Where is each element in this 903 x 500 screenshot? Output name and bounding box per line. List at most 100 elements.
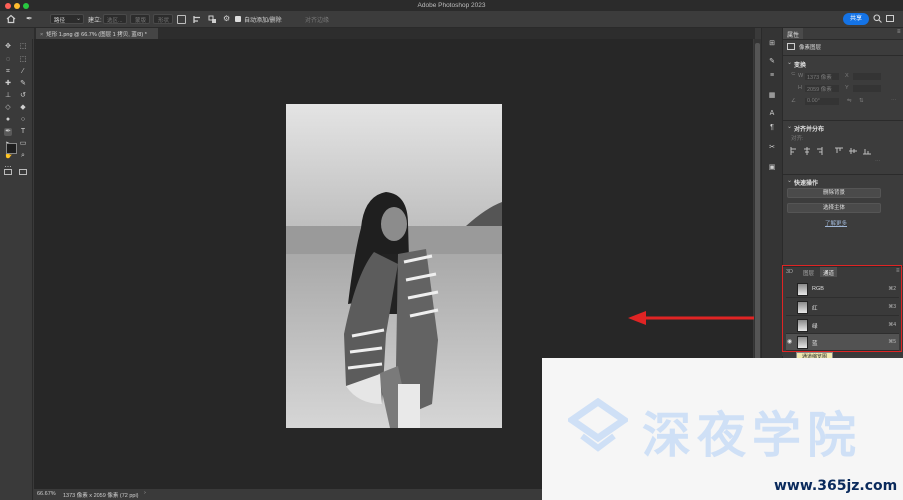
path-alignment-icon[interactable] xyxy=(193,15,202,24)
divider xyxy=(783,120,903,121)
brush-tool-icon[interactable]: ✎ xyxy=(19,80,27,88)
flip-horizontal-icon[interactable]: ⇋ xyxy=(847,98,852,104)
angle-field[interactable]: 0.00° xyxy=(805,98,839,105)
selection-button[interactable]: 选区... xyxy=(103,14,127,24)
divider xyxy=(783,174,903,175)
mask-button-label: 蒙版 xyxy=(135,18,147,24)
brush-settings-icon[interactable]: ✎ xyxy=(768,58,776,66)
eyedropper-tool-icon[interactable]: ⁄ xyxy=(19,68,27,76)
y-label: Y xyxy=(845,85,849,91)
home-icon[interactable] xyxy=(6,14,16,24)
healing-brush-tool-icon[interactable]: ✚ xyxy=(4,80,12,88)
scrollbar-thumb[interactable] xyxy=(755,43,760,395)
x-field[interactable] xyxy=(853,73,881,80)
search-icon[interactable] xyxy=(873,14,882,23)
chevron-down-icon: ⌄ xyxy=(75,16,81,22)
tools-preset-icon[interactable]: ✂ xyxy=(768,144,776,152)
path-mode-value: 路径 xyxy=(54,18,66,24)
screen-mode-icon[interactable] xyxy=(19,169,27,175)
adjustments-icon[interactable]: ≡ xyxy=(768,72,776,80)
quick-mask-icon[interactable] xyxy=(4,169,12,175)
align-buttons-row xyxy=(790,147,884,155)
zoom-level[interactable]: 66.67% xyxy=(37,491,56,497)
panel-menu-icon[interactable]: ≡ xyxy=(897,29,901,35)
swatches-icon[interactable]: ▦ xyxy=(768,92,776,100)
type-tool-icon[interactable]: T xyxy=(19,128,27,136)
gear-icon[interactable]: ⚙ xyxy=(223,14,230,23)
height-label: H xyxy=(798,85,802,91)
workspace-icon[interactable] xyxy=(886,15,894,22)
auto-add-delete-checkbox[interactable] xyxy=(235,16,241,22)
chevron-down-icon[interactable]: ⌄ xyxy=(787,177,792,184)
selection-button-label: 选区... xyxy=(107,18,123,24)
quick-actions-title: 快速操作 xyxy=(794,181,819,187)
divider xyxy=(783,55,903,56)
chevron-down-icon[interactable]: ⌄ xyxy=(787,123,792,130)
transform-section-title: 变换 xyxy=(794,63,807,69)
watermark-logo-icon xyxy=(565,397,631,454)
gradient-tool-icon[interactable]: ◆ xyxy=(19,104,27,112)
auto-add-delete-label: 自动添加/删除 xyxy=(244,18,282,24)
width-field[interactable]: 1373 像素 xyxy=(805,73,839,81)
link-icon[interactable]: ⊂ xyxy=(791,71,796,77)
y-field[interactable] xyxy=(853,85,881,92)
document-image xyxy=(286,104,502,428)
history-icon[interactable]: ⊞ xyxy=(768,40,776,48)
navigator-icon[interactable]: ▣ xyxy=(768,164,776,172)
align-section-title: 对齐并分布 xyxy=(794,127,825,133)
title-bar: Adobe Photoshop 2023 xyxy=(0,0,903,11)
highlight-box xyxy=(782,265,902,352)
chevron-down-icon[interactable]: ⌄ xyxy=(787,59,792,66)
watermark-overlay: 深夜学院 www.365jz.com xyxy=(542,358,903,500)
chevron-right-icon[interactable]: › xyxy=(144,490,146,496)
layer-type-label: 像素图层 xyxy=(799,45,822,51)
artboard-tool-icon[interactable]: ⬚ xyxy=(19,43,27,51)
app-title: Adobe Photoshop 2023 xyxy=(417,2,486,9)
watermark-url: www.365jz.com xyxy=(774,478,898,494)
divider xyxy=(783,39,903,40)
align-edges-label[interactable]: 对齐边缘 xyxy=(305,15,329,24)
crop-tool-icon[interactable]: ⌗ xyxy=(4,68,12,76)
watermark-text: 深夜学院 xyxy=(642,407,863,464)
document-tab[interactable]: × 矩形 1.png @ 66.7% (图层 1 拷贝, 蓝/8) * xyxy=(36,28,158,39)
foreground-color-swatch[interactable] xyxy=(6,143,17,154)
more-options-icon[interactable]: ⋯ xyxy=(891,98,897,104)
align-label: 对齐: xyxy=(791,136,804,142)
lasso-tool-icon[interactable]: ◌ xyxy=(4,56,12,64)
shape-button[interactable]: 形状 xyxy=(153,14,173,24)
tab-properties[interactable]: 属性 xyxy=(783,28,804,39)
clone-stamp-tool-icon[interactable]: ⊥ xyxy=(4,92,12,100)
more-options-icon[interactable]: ⋯ xyxy=(875,159,881,165)
move-tool-icon[interactable]: ✥ xyxy=(4,43,12,51)
learn-more-link[interactable]: 了解更多 xyxy=(825,219,847,227)
path-mode-dropdown[interactable]: 路径 ⌄ xyxy=(50,14,84,24)
dodge-tool-icon[interactable]: ○ xyxy=(19,116,27,124)
select-subject-button[interactable]: 选择主体 xyxy=(787,203,881,213)
document-info: 1373 像素 x 2059 像素 (72 ppi) xyxy=(63,493,139,499)
angle-icon: ∠ xyxy=(791,98,796,104)
blur-tool-icon[interactable]: ● xyxy=(4,116,12,124)
history-brush-tool-icon[interactable]: ↺ xyxy=(19,92,27,100)
rectangle-tool-icon[interactable]: ▭ xyxy=(19,140,27,148)
x-label: X xyxy=(845,73,849,79)
flip-vertical-icon[interactable]: ⇅ xyxy=(859,98,864,104)
pointer-arrow xyxy=(628,311,772,325)
make-label: 建立: xyxy=(88,18,102,24)
pen-tool-preset-icon[interactable]: ✒ xyxy=(26,14,36,24)
shape-button-label: 形状 xyxy=(158,18,170,24)
pixel-layer-icon xyxy=(787,43,795,50)
remove-background-button[interactable]: 删除背景 xyxy=(787,188,881,198)
object-selection-tool-icon[interactable]: ⬚ xyxy=(19,56,27,64)
character-icon[interactable]: A xyxy=(768,110,776,118)
paragraph-icon[interactable]: ¶ xyxy=(768,124,776,132)
share-button[interactable]: 共享 xyxy=(843,13,869,25)
path-operations-icon[interactable] xyxy=(177,15,186,24)
zoom-tool-icon[interactable]: ⌕ xyxy=(19,152,27,160)
width-label: W xyxy=(798,73,804,79)
close-icon[interactable]: × xyxy=(40,32,43,38)
pen-tool-icon[interactable]: ✒ xyxy=(4,128,12,136)
mask-button[interactable]: 蒙版 xyxy=(130,14,150,24)
height-field[interactable]: 2059 像素 xyxy=(805,85,839,93)
path-arrangement-icon[interactable] xyxy=(208,15,217,24)
document-tab-title: 矩形 1.png @ 66.7% (图层 1 拷贝, 蓝/8) * xyxy=(46,32,147,38)
